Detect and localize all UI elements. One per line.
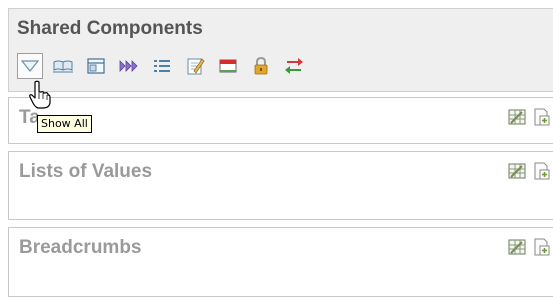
lock-button[interactable] [248, 53, 274, 79]
forward-button[interactable] [116, 53, 142, 79]
edit-page-button[interactable] [182, 53, 208, 79]
swap-arrows-icon [284, 57, 304, 75]
panel-button[interactable] [215, 53, 241, 79]
swap-button[interactable] [281, 53, 307, 79]
hand-cursor-icon [28, 80, 52, 115]
window-button[interactable] [83, 53, 109, 79]
grid-edit-icon[interactable] [507, 237, 527, 262]
forward-icon [119, 59, 139, 73]
panel-breadcrumbs: Breadcrumbs [8, 227, 553, 297]
show-all-button[interactable] [17, 53, 43, 79]
window-icon [86, 57, 106, 75]
shared-components-header: Shared Components [8, 8, 553, 92]
book-icon [52, 58, 74, 74]
edit-page-icon [185, 56, 205, 76]
panel-actions [503, 107, 551, 132]
panel-title: Breadcrumbs [19, 237, 142, 258]
panel-actions [503, 237, 551, 262]
toolbar [17, 51, 314, 81]
add-page-icon[interactable] [531, 107, 551, 132]
add-page-icon[interactable] [531, 161, 551, 186]
panel-lists-of-values: Lists of Values [8, 151, 553, 220]
lock-icon [252, 56, 270, 76]
grid-edit-icon[interactable] [507, 161, 527, 186]
book-button[interactable] [50, 53, 76, 79]
list-icon [153, 58, 171, 74]
header-title: Shared Components [17, 18, 203, 39]
panel-title: Lists of Values [19, 161, 153, 182]
panel-actions [503, 161, 551, 186]
list-button[interactable] [149, 53, 175, 79]
show-all-tooltip: Show All [37, 115, 92, 133]
add-page-icon[interactable] [531, 237, 551, 262]
panel-icon [218, 58, 238, 74]
show-all-icon [20, 59, 40, 73]
grid-edit-icon[interactable] [507, 107, 527, 132]
